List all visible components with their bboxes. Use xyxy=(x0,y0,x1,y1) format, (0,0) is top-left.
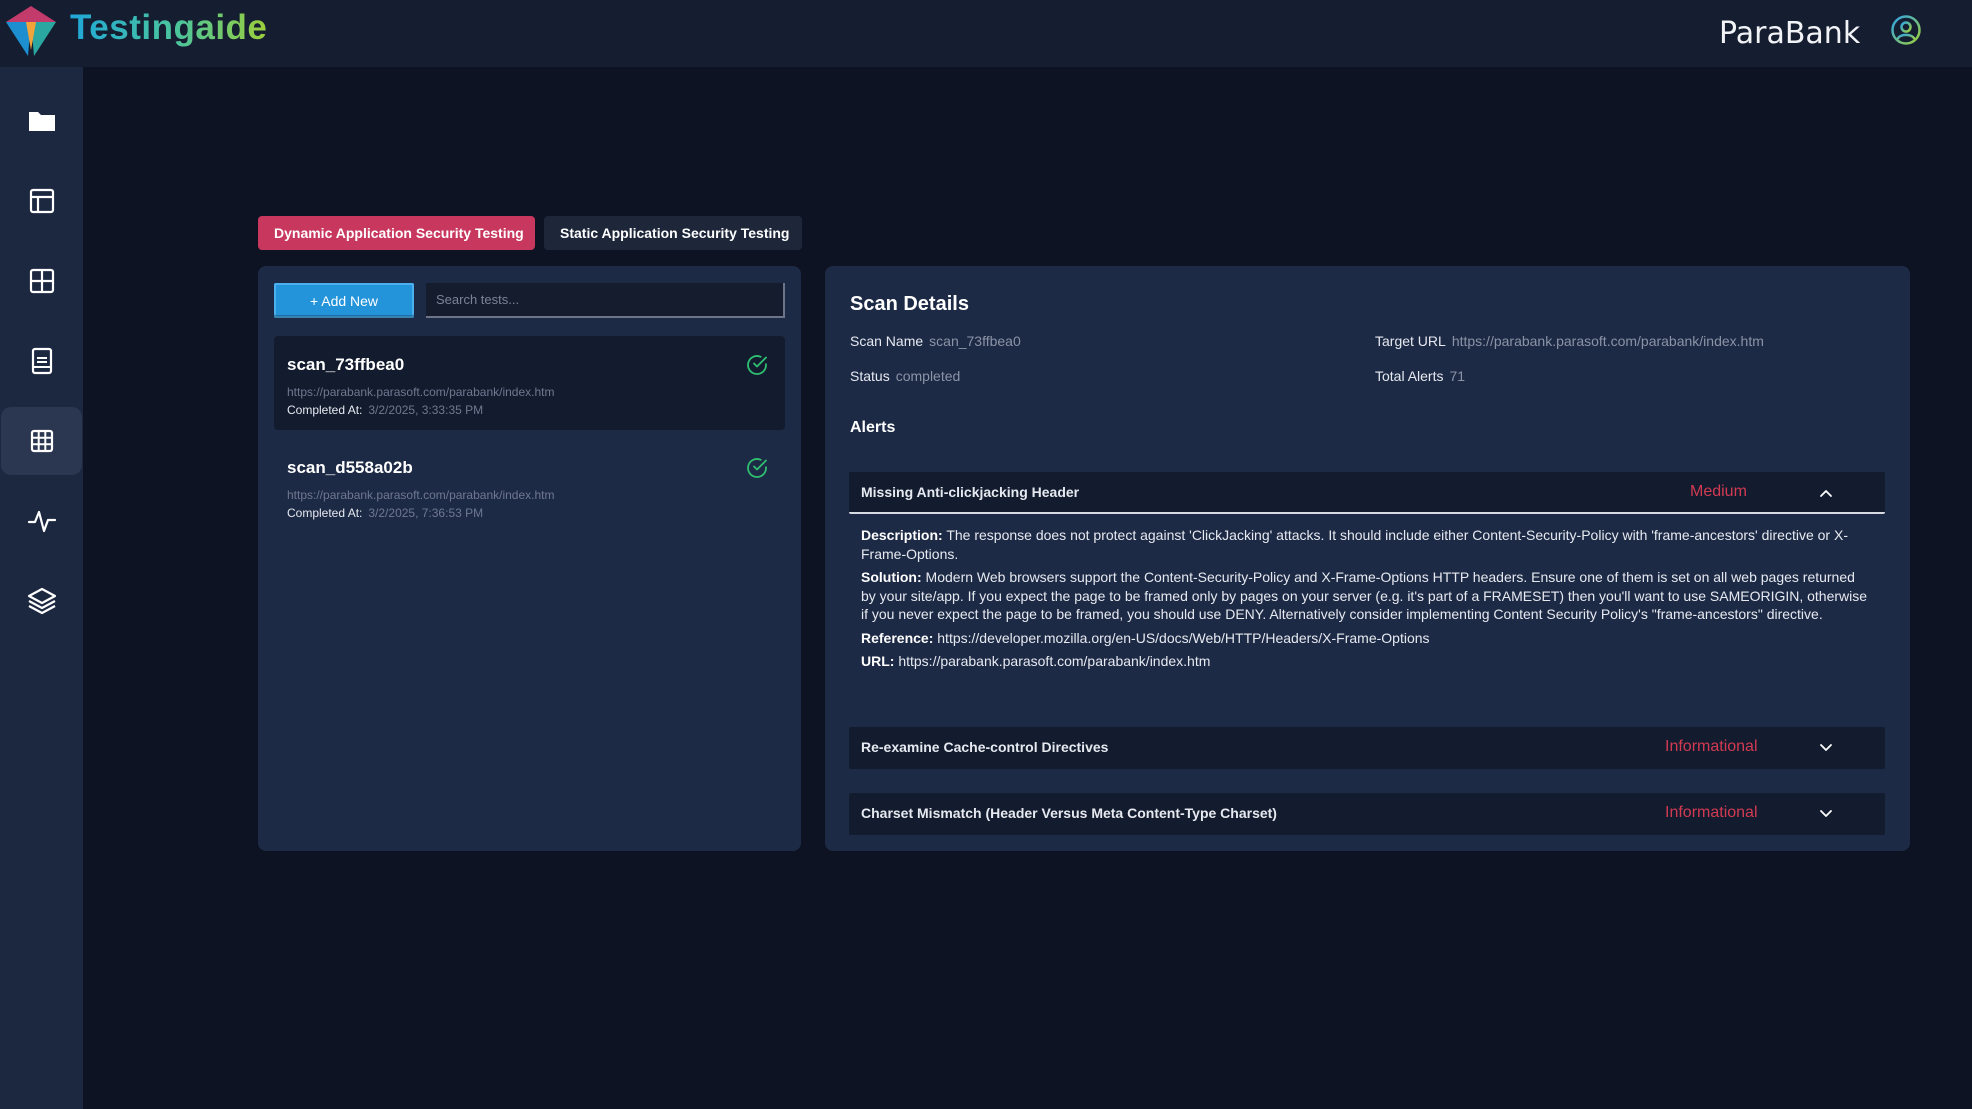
sidebar-item-create[interactable] xyxy=(1,247,82,315)
activity-icon xyxy=(27,510,56,533)
alert-severity: Informational xyxy=(1665,804,1758,821)
plus-square-icon xyxy=(29,268,54,294)
sidebar-item-layers[interactable] xyxy=(1,567,82,635)
add-new-button[interactable]: + Add New xyxy=(274,283,414,318)
top-bar: Testingaide ParaBank xyxy=(0,0,1972,67)
check-circle-icon xyxy=(747,458,767,478)
scan-card[interactable]: scan_d558a02b https://parabank.parasoft.… xyxy=(274,439,785,533)
alert-description: Description: The response does not prote… xyxy=(861,526,1871,563)
alert-solution: Solution: Modern Web browsers support th… xyxy=(861,568,1871,624)
chevron-up-icon xyxy=(1820,490,1832,497)
target-url-value: https://parabank.parasoft.com/parabank/i… xyxy=(1451,333,1764,349)
alert-header[interactable]: Charset Mismatch (Header Versus Meta Con… xyxy=(849,793,1885,835)
check-circle-icon xyxy=(747,355,767,375)
alert-reference: Reference: https://developer.mozilla.org… xyxy=(861,629,1871,648)
status-label: Status xyxy=(850,368,890,384)
scan-url: https://parabank.parasoft.com/parabank/i… xyxy=(287,385,555,399)
alert-title: Missing Anti-clickjacking Header xyxy=(861,484,1080,500)
solution-label: Solution: xyxy=(861,569,922,585)
alert-title: Charset Mismatch (Header Versus Meta Con… xyxy=(861,805,1277,821)
chevron-down-icon xyxy=(1820,744,1832,751)
logo-icon xyxy=(6,6,56,56)
tab-dynamic-security-testing[interactable]: Dynamic Application Security Testing xyxy=(258,216,535,250)
completed-label: Completed At: xyxy=(287,506,363,520)
scan-card[interactable]: scan_73ffbea0 https://parabank.parasoft.… xyxy=(274,336,785,430)
total-alerts-value: 71 xyxy=(1449,368,1466,384)
scan-name-label: Scan Name xyxy=(850,333,924,349)
scan-name: scan_d558a02b xyxy=(287,458,413,477)
scan-details-title: Scan Details xyxy=(850,293,969,315)
tab-static-security-testing[interactable]: Static Application Security Testing xyxy=(544,216,802,250)
reference-link[interactable]: https://developer.mozilla.org/en-US/docs… xyxy=(937,630,1429,646)
alert-header[interactable]: Re-examine Cache-control Directives Info… xyxy=(849,727,1885,769)
completed-label: Completed At: xyxy=(287,403,363,417)
brand-name: Testingaide xyxy=(70,8,268,47)
scan-completed: Completed At: 3/2/2025, 3:33:35 PM xyxy=(287,403,483,417)
solution-text: Modern Web browsers support the Content-… xyxy=(861,569,1868,622)
scan-details-panel: Scan Details Scan Name scan_73ffbea0 Targ… xyxy=(825,266,1910,851)
chevron-down-icon xyxy=(1820,810,1832,817)
alert-url: URL: https://parabank.parasoft.com/parab… xyxy=(861,652,1871,671)
sidebar-item-reports[interactable] xyxy=(1,327,82,395)
project-name: ParaBank xyxy=(1719,16,1861,51)
sidebar-item-security[interactable] xyxy=(1,407,82,475)
completed-time: 3/2/2025, 7:36:53 PM xyxy=(368,506,484,520)
layout-icon xyxy=(29,188,54,214)
alert-details: Description: The response does not prote… xyxy=(861,526,1871,676)
alert-severity: Medium xyxy=(1690,483,1747,500)
scan-name-field: Scan Name scan_73ffbea0 xyxy=(850,333,1021,349)
scan-name-value: scan_73ffbea0 xyxy=(929,333,1021,349)
user-circle-icon[interactable] xyxy=(1890,14,1922,46)
completed-time: 3/2/2025, 3:33:35 PM xyxy=(368,403,484,417)
total-alerts-field: Total Alerts 71 xyxy=(1375,368,1465,384)
scan-list-panel: + Add New scan_73ffbea0 https://parabank… xyxy=(258,266,801,851)
description-label: Description: xyxy=(861,527,943,543)
reference-label: Reference: xyxy=(861,629,934,646)
alerts-title: Alerts xyxy=(850,419,896,436)
target-url-field: Target URL https://parabank.parasoft.com/… xyxy=(1375,333,1764,349)
description-text: The response does not protect against 'C… xyxy=(861,527,1848,562)
layers-icon xyxy=(27,587,56,615)
url-label: URL: xyxy=(861,653,895,669)
alert-severity: Informational xyxy=(1665,738,1758,755)
sidebar-item-performance[interactable] xyxy=(1,487,82,555)
target-url-label: Target URL xyxy=(1375,333,1446,349)
sidebar-item-dashboard[interactable] xyxy=(1,167,82,235)
sidebar-item-projects[interactable] xyxy=(1,87,82,155)
document-icon xyxy=(31,347,52,375)
scan-url: https://parabank.parasoft.com/parabank/i… xyxy=(287,488,555,502)
url-link[interactable]: https://parabank.parasoft.com/parabank/i… xyxy=(898,653,1210,669)
search-input[interactable] xyxy=(426,283,785,318)
alert-title: Re-examine Cache-control Directives xyxy=(861,739,1109,755)
status-value: completed xyxy=(895,368,961,384)
total-alerts-label: Total Alerts xyxy=(1375,368,1444,384)
grid-icon xyxy=(30,429,53,453)
status-field: Status completed xyxy=(850,368,960,384)
scan-completed: Completed At: 3/2/2025, 7:36:53 PM xyxy=(287,506,483,520)
folder-icon xyxy=(28,112,55,131)
sidebar xyxy=(0,67,83,1109)
scan-name: scan_73ffbea0 xyxy=(287,355,405,374)
alert-header[interactable]: Missing Anti-clickjacking Header Medium xyxy=(849,472,1885,514)
